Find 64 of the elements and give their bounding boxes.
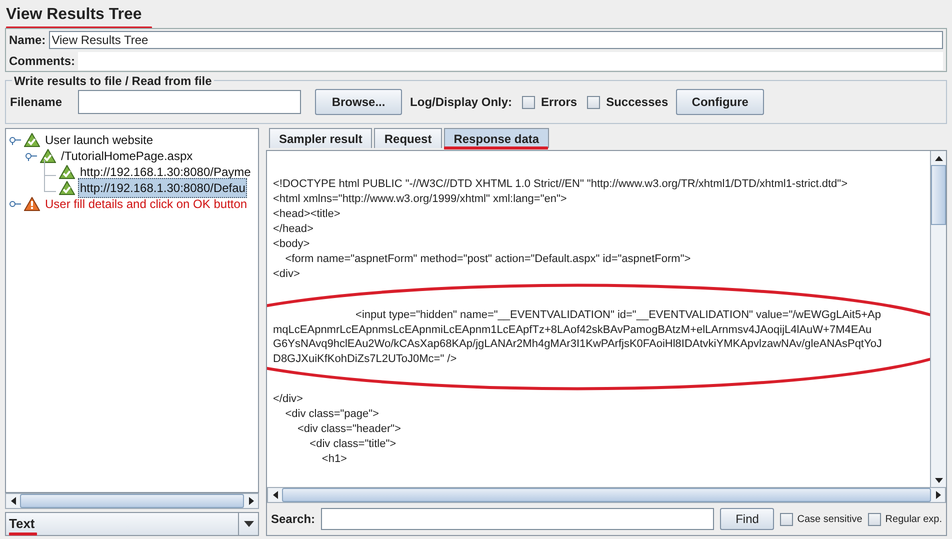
- down-arrow-icon[interactable]: [934, 478, 942, 482]
- success-icon: [40, 149, 56, 163]
- tab[interactable]: Request: [374, 128, 442, 148]
- configure-button[interactable]: Configure: [676, 89, 764, 115]
- right-arrow-icon[interactable]: [936, 491, 940, 499]
- renderer-dropdown[interactable]: Text: [5, 512, 259, 536]
- horizontal-scrollbar[interactable]: [5, 493, 259, 509]
- code-line: <h1>: [320, 452, 347, 467]
- scrollbar-thumb[interactable]: [282, 488, 931, 502]
- code-line: <div>: [273, 267, 300, 282]
- code-line: D8GJXuiKfKohDiZs7L2UToJ0Mc=" />: [273, 352, 457, 366]
- vertical-scrollbar[interactable]: [930, 151, 946, 487]
- code-line: <div class="page">: [284, 407, 379, 422]
- tree-item[interactable]: http://192.168.1.30:8080/Defau: [78, 178, 248, 198]
- tab[interactable]: Sampler result: [269, 128, 372, 148]
- search-field[interactable]: [321, 508, 714, 530]
- checkbox[interactable]: [522, 96, 536, 108]
- code-line: </div>: [273, 392, 303, 407]
- browse-button[interactable]: Browse...: [315, 89, 402, 115]
- code-line: <!DOCTYPE html PUBLIC "-//W3C//DTD XHTML 1.0 Strict//EN" "http://www.w3.org/TR/xhtml1/DTD/xhtml1-strict.dtd">: [273, 177, 848, 192]
- checkbox-label: Case sensitive: [797, 512, 862, 526]
- code-line: <head><title>: [273, 207, 340, 222]
- field-label: Filename: [10, 94, 62, 111]
- checkbox-label: Errors: [541, 94, 578, 111]
- annotation-underline: [9, 532, 37, 536]
- input-field[interactable]: [78, 52, 943, 70]
- tab[interactable]: Response data: [444, 128, 550, 148]
- code-line: <html xmlns="http://www.w3.org/1999/xhtml" xml:lang="en">: [273, 192, 567, 207]
- field-label: Search:: [271, 511, 316, 528]
- left-arrow-icon[interactable]: [10, 497, 16, 505]
- panel-title: View Results Tree: [6, 5, 142, 25]
- code-line: mqLcEApnmrLcEApnmsLcEApnmiLcEApnm1LcEApfTz+8LAof42skBAvPamogBAtzM+elLArnmsv4JAoqijL4lAuW+7M4EAu: [273, 322, 872, 337]
- checkbox-label: Successes: [606, 94, 668, 111]
- checkbox[interactable]: [868, 512, 882, 526]
- code-line: <form name="aspnetForm" method="post" action="Default.aspx" id="aspnetForm">: [284, 252, 691, 267]
- collapsed-handle-icon[interactable]: [9, 199, 21, 209]
- left-arrow-icon[interactable]: [272, 491, 278, 499]
- checkbox[interactable]: [780, 512, 794, 526]
- field-label: Name:: [9, 32, 46, 48]
- up-arrow-icon[interactable]: [934, 156, 942, 160]
- right-arrow-icon[interactable]: [248, 497, 254, 505]
- code-line: <input type="hidden" name="__EVENTVALIDATION" id="__EVENTVALIDATION" value="/wEWGgLAit5+Ap: [354, 308, 881, 322]
- input-field[interactable]: [78, 90, 302, 114]
- code-line: <body>: [273, 237, 310, 252]
- field-label: Log/Display Only:: [410, 94, 512, 111]
- success-icon: [59, 165, 75, 179]
- caret-icon: [244, 521, 254, 527]
- expanded-handle-icon[interactable]: [25, 151, 37, 161]
- expanded-handle-icon[interactable]: [9, 135, 21, 145]
- code-line: <div class="header">: [296, 422, 401, 437]
- code-line: G6YsNAvq9hclEAu2Wo/kCAsXap68KAp/jgLANAr2Mh4gMAr3I1KwPArfjsK0FAoiHl8IDAtvkiYMKApvlzawNAv/gleANAsPqtYoJ: [273, 337, 882, 352]
- success-icon: [24, 133, 40, 147]
- checkbox-label: Regular exp.: [885, 512, 942, 526]
- field-label: Comments:: [9, 52, 76, 70]
- success-icon: [59, 181, 75, 195]
- scrollbar-thumb[interactable]: [931, 165, 946, 225]
- scrollbar-thumb[interactable]: [20, 494, 244, 508]
- find-button[interactable]: Find: [720, 508, 774, 530]
- code-line: <div class="title">: [308, 437, 396, 452]
- input-field[interactable]: View Results Tree: [48, 30, 943, 48]
- checkbox[interactable]: [587, 96, 600, 108]
- code-line: </head>: [273, 222, 314, 237]
- horizontal-scrollbar[interactable]: [267, 487, 946, 503]
- warning-icon: [24, 197, 40, 211]
